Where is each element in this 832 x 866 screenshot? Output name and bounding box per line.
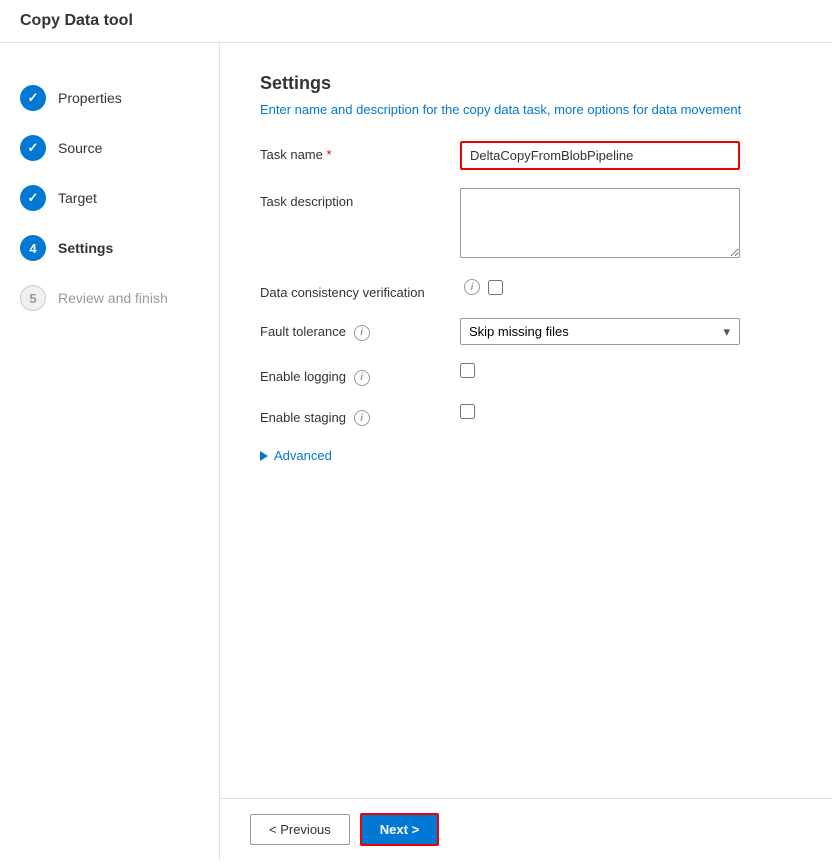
previous-button[interactable]: < Previous (250, 814, 350, 845)
sidebar-label-source: Source (58, 140, 102, 156)
sidebar-item-source[interactable]: ✓ Source (0, 123, 219, 173)
checkmark-icon: ✓ (28, 90, 39, 106)
section-subtitle: Enter name and description for the copy … (260, 102, 792, 117)
advanced-triangle-icon (260, 451, 268, 461)
step-number-settings: 4 (29, 241, 36, 256)
enable-logging-label: Enable logging i (260, 363, 460, 386)
footer: < Previous Next > (220, 798, 832, 860)
sidebar-label-review: Review and finish (58, 290, 168, 306)
advanced-toggle[interactable]: Advanced (260, 444, 792, 467)
advanced-label: Advanced (274, 448, 332, 463)
section-title: Settings (260, 73, 792, 94)
fault-tolerance-select[interactable]: Skip missing files No skip All skip (460, 318, 740, 345)
content-area: Settings Enter name and description for … (220, 43, 832, 860)
data-consistency-row: Data consistency verification i (260, 279, 792, 300)
step-circle-settings: 4 (20, 235, 46, 261)
sidebar-label-properties: Properties (58, 90, 122, 106)
next-button[interactable]: Next > (360, 813, 439, 846)
sidebar-item-properties[interactable]: ✓ Properties (0, 73, 219, 123)
sidebar-label-target: Target (58, 190, 97, 206)
fault-tolerance-wrap: Skip missing files No skip All skip (460, 318, 792, 345)
enable-staging-checkbox[interactable] (460, 404, 475, 419)
sidebar-label-settings: Settings (58, 240, 113, 256)
step-circle-source: ✓ (20, 135, 46, 161)
task-name-label: Task name (260, 141, 460, 162)
task-description-wrap (460, 188, 792, 261)
fault-tolerance-select-wrapper: Skip missing files No skip All skip (460, 318, 740, 345)
app-title: Copy Data tool (0, 0, 832, 43)
fault-tolerance-row: Fault tolerance i Skip missing files No … (260, 318, 792, 345)
task-description-input[interactable] (460, 188, 740, 258)
checkmark-icon-target: ✓ (28, 190, 39, 206)
step-circle-properties: ✓ (20, 85, 46, 111)
checkmark-icon-source: ✓ (28, 140, 39, 156)
enable-staging-row: Enable staging i (260, 404, 792, 427)
task-name-row: Task name (260, 141, 792, 170)
task-description-row: Task description (260, 188, 792, 261)
task-description-label: Task description (260, 188, 460, 209)
enable-logging-checkbox[interactable] (460, 363, 475, 378)
data-consistency-wrap: i (460, 279, 792, 295)
sidebar-item-target[interactable]: ✓ Target (0, 173, 219, 223)
data-consistency-checkbox[interactable] (488, 280, 503, 295)
task-name-input[interactable] (460, 141, 740, 170)
enable-staging-wrap (460, 404, 792, 422)
content-body: Settings Enter name and description for … (220, 43, 832, 798)
enable-staging-info-icon: i (354, 410, 370, 426)
data-consistency-label: Data consistency verification (260, 279, 460, 300)
fault-tolerance-label: Fault tolerance i (260, 318, 460, 341)
sidebar-item-settings[interactable]: 4 Settings (0, 223, 219, 273)
enable-logging-row: Enable logging i (260, 363, 792, 386)
task-name-wrap (460, 141, 792, 170)
fault-tolerance-info-icon: i (354, 325, 370, 341)
step-circle-review: 5 (20, 285, 46, 311)
enable-logging-info-icon: i (354, 370, 370, 386)
enable-staging-label: Enable staging i (260, 404, 460, 427)
step-number-review: 5 (29, 291, 36, 306)
step-circle-target: ✓ (20, 185, 46, 211)
sidebar: ✓ Properties ✓ Source ✓ Target 4 Setting… (0, 43, 220, 860)
enable-logging-wrap (460, 363, 792, 381)
sidebar-item-review[interactable]: 5 Review and finish (0, 273, 219, 323)
data-consistency-info-icon: i (464, 279, 480, 295)
